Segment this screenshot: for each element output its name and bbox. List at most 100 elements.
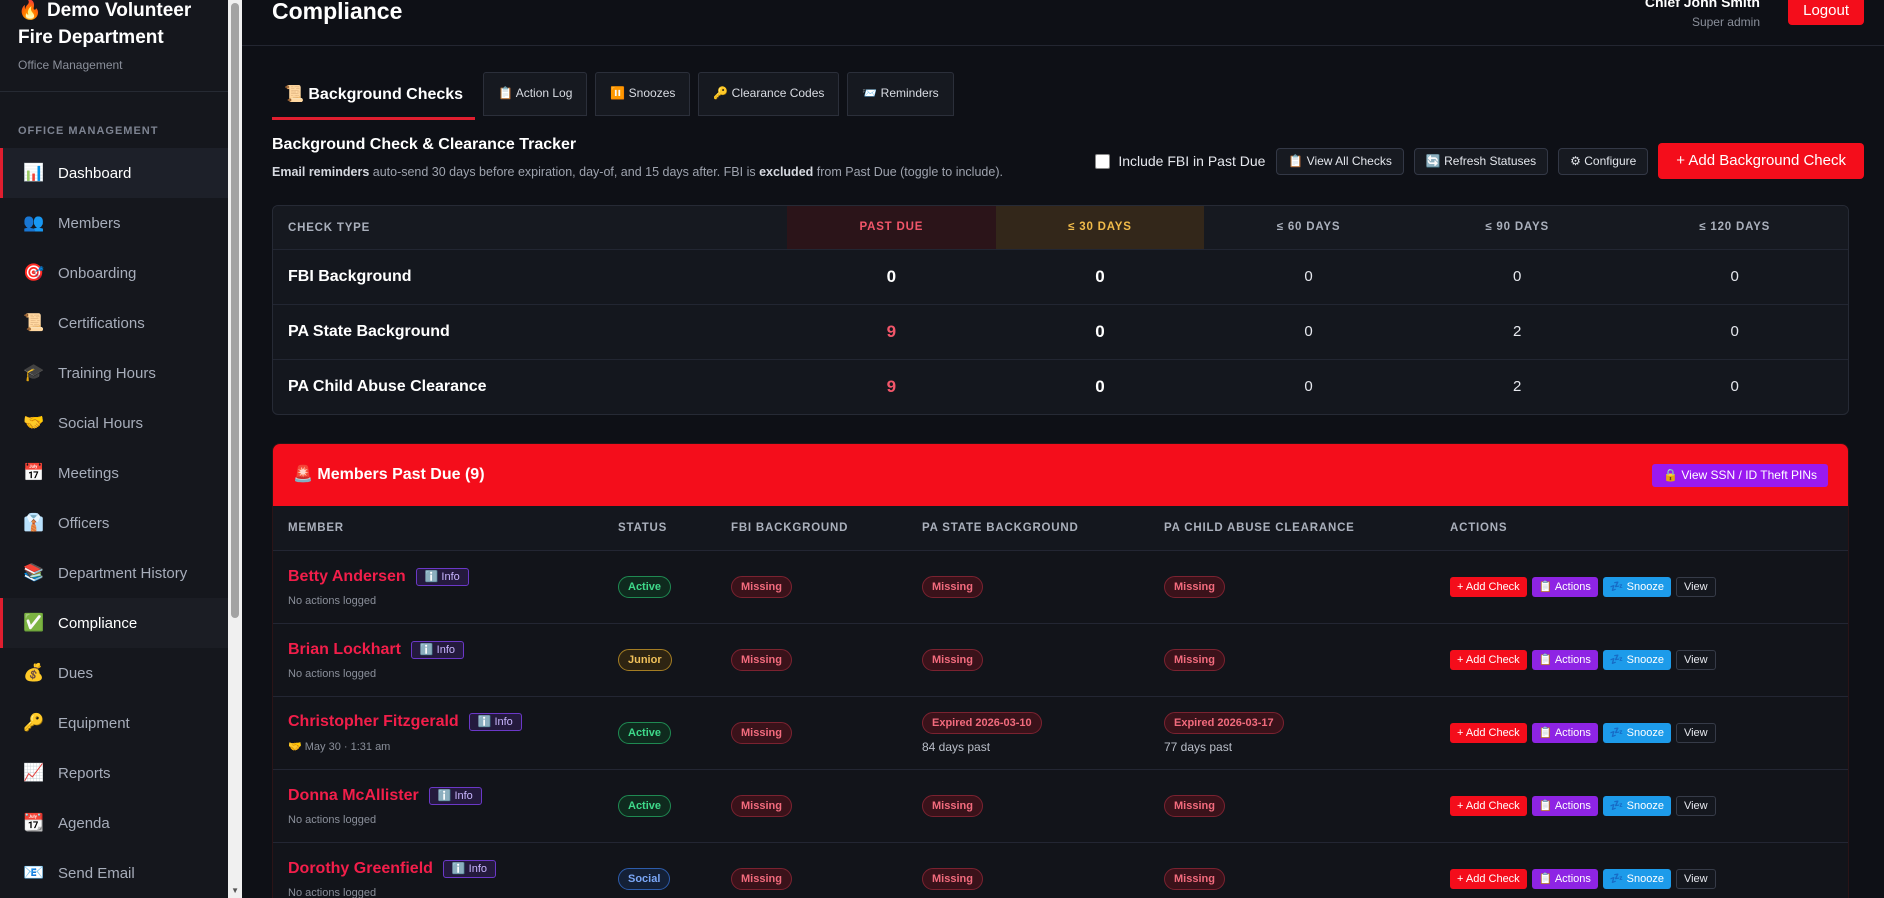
configure-button[interactable]: ⚙ Configure <box>1558 147 1649 175</box>
fbi-status-badge: Missing <box>731 868 792 890</box>
add-check-button[interactable]: + Add Check <box>1450 796 1527 816</box>
tab-snoozes[interactable]: ⏸️ Snoozes <box>595 72 691 116</box>
snooze-button[interactable]: 💤 Snooze <box>1602 796 1671 816</box>
member-note: No actions logged <box>288 594 377 607</box>
sidebar-item-send-email[interactable]: 📧 Send Email <box>0 848 242 898</box>
snooze-button[interactable]: 💤 Snooze <box>1602 650 1671 670</box>
page-title: Compliance <box>272 0 403 24</box>
member-name-link[interactable]: Donna McAllister <box>288 787 419 805</box>
sidebar-item-members[interactable]: 👥 Members <box>0 198 242 248</box>
actions-button[interactable]: 📋 Actions <box>1531 723 1598 743</box>
view-all-checks-button[interactable]: 📋 View All Checks <box>1276 147 1404 175</box>
fire-icon: 🔥 <box>18 0 42 21</box>
include-fbi-checkbox[interactable] <box>1095 153 1111 169</box>
actions-button[interactable]: 📋 Actions <box>1531 796 1598 816</box>
logout-button[interactable]: Logout <box>1788 0 1864 25</box>
sidebar-item-label: Equipment <box>58 714 130 732</box>
nav-section-label: OFFICE MANAGEMENT <box>18 125 159 137</box>
view-button[interactable]: View <box>1675 869 1716 889</box>
view-button[interactable]: View <box>1675 796 1716 816</box>
include-fbi-toggle[interactable]: Include FBI in Past Due <box>1095 153 1265 169</box>
table-row: Betty Andersen ℹ️ Info No actions logged Ac… <box>273 550 1848 623</box>
add-check-button[interactable]: + Add Check <box>1450 723 1527 743</box>
include-fbi-label: Include FBI in Past Due <box>1118 153 1266 169</box>
info-button[interactable]: ℹ️ Info <box>468 713 522 731</box>
sidebar-item-equipment[interactable]: 🔑 Equipment <box>0 698 242 748</box>
actions-button[interactable]: 📋 Actions <box>1531 869 1598 889</box>
view-button[interactable]: View <box>1675 577 1716 597</box>
sidebar-item-label: Compliance <box>58 614 138 632</box>
view-ssn-pins-button[interactable]: 🔒 View SSN / ID Theft PINs <box>1652 464 1828 487</box>
90-days-count-cell: 2 <box>1413 378 1622 396</box>
sidebar-item-certifications[interactable]: 📜 Certifications <box>0 298 242 348</box>
snooze-button[interactable]: 💤 Snooze <box>1602 723 1671 743</box>
tab-action-log[interactable]: 📋 Action Log <box>483 72 588 116</box>
desc-text-2: from Past Due (toggle to include). <box>813 165 1003 179</box>
sidebar-item-compliance[interactable]: ✅ Compliance <box>0 598 242 648</box>
status-badge: Active <box>618 795 672 817</box>
pa-child-days-past: 77 days past <box>1164 740 1233 754</box>
pa-child-status-badge: Missing <box>1164 868 1225 890</box>
sidebar-item-onboarding[interactable]: 🎯 Onboarding <box>0 248 242 298</box>
add-background-check-button[interactable]: + Add Background Check <box>1658 143 1864 179</box>
sidebar-item-agenda[interactable]: 📆 Agenda <box>0 798 242 848</box>
sidebar-item-reports[interactable]: 📈 Reports <box>0 748 242 798</box>
30-days-count-cell: 0 <box>996 322 1205 342</box>
90-days-count-cell: 0 <box>1413 268 1622 286</box>
member-name-link[interactable]: Betty Andersen <box>288 568 406 586</box>
actions-button[interactable]: 📋 Actions <box>1531 577 1598 597</box>
desc-emphasis-excluded: excluded <box>759 165 814 179</box>
sidebar-item-dashboard[interactable]: 📊 Dashboard <box>0 148 242 198</box>
view-button[interactable]: View <box>1675 650 1716 670</box>
sidebar-scrollbar[interactable]: ▼ <box>228 0 242 898</box>
member-name-link[interactable]: Dorothy Greenfield <box>288 860 433 878</box>
sidebar-item-meetings[interactable]: 📅 Meetings <box>0 448 242 498</box>
pa-child-status-badge: Expired 2026-03-17 <box>1164 712 1284 734</box>
120-days-count-cell: 0 <box>1621 268 1848 286</box>
120-days-count-cell: 0 <box>1621 378 1848 396</box>
refresh-statuses-button[interactable]: 🔄 Refresh Statuses <box>1413 147 1549 175</box>
main-content: Compliance Chief John Smith Super admin … <box>242 0 1884 898</box>
sidebar-item-officers[interactable]: 👔 Officers <box>0 498 242 548</box>
add-check-button[interactable]: + Add Check <box>1450 650 1527 670</box>
onboarding-icon: 🎯 <box>23 263 45 282</box>
add-check-button[interactable]: + Add Check <box>1450 869 1527 889</box>
summary-row: PA Child Abuse Clearance 9 0 0 2 0 <box>273 359 1848 414</box>
tab-clearance-codes[interactable]: 🔑 Clearance Codes <box>698 72 840 116</box>
info-button[interactable]: ℹ️ Info <box>428 786 482 805</box>
org-name[interactable]: 🔥 Demo Volunteer Fire Department <box>18 0 224 51</box>
pa-child-cell: Missing <box>1164 868 1450 890</box>
sidebar-item-label: Department History <box>58 564 188 582</box>
sidebar-item-training-hours[interactable]: 🎓 Training Hours <box>0 348 242 398</box>
scroll-down-arrow-icon[interactable]: ▼ <box>231 886 239 895</box>
sidebar-item-social-hours[interactable]: 🤝 Social Hours <box>0 398 242 448</box>
member-name-link[interactable]: Christopher Fitzgerald <box>288 713 459 731</box>
info-button[interactable]: ℹ️ Info <box>442 859 497 878</box>
col-actions: ACTIONS <box>1450 522 1508 534</box>
30-days-count-cell: 0 <box>996 267 1205 287</box>
fbi-cell: Missing <box>731 795 922 817</box>
snooze-button[interactable]: 💤 Snooze <box>1602 869 1671 889</box>
sidebar-item-label: Training Hours <box>58 364 156 382</box>
info-button[interactable]: ℹ️ Info <box>415 567 469 586</box>
tab-background-checks[interactable]: 📜 Background Checks <box>272 76 476 120</box>
120-days-count: 0 <box>1730 378 1739 395</box>
add-check-button[interactable]: + Add Check <box>1450 577 1527 597</box>
pa-state-status-badge: Missing <box>922 795 983 817</box>
info-button[interactable]: ℹ️ Info <box>410 640 465 659</box>
past-due-title: 🚨 Members Past Due (9) <box>293 466 485 483</box>
actions-cell: + Add Check 📋 Actions 💤 Snooze View <box>1450 577 1848 597</box>
summary-table: CHECK TYPE PAST DUE ≤ 30 DAYS ≤ 60 DAYS … <box>272 205 1849 415</box>
snooze-button[interactable]: 💤 Snooze <box>1602 577 1671 597</box>
sidebar-item-dues[interactable]: 💰 Dues <box>0 648 242 698</box>
member-name-link[interactable]: Brian Lockhart <box>288 641 401 659</box>
actions-button[interactable]: 📋 Actions <box>1531 650 1598 670</box>
tab-reminders[interactable]: 📨 Reminders <box>847 72 954 116</box>
sidebar-item-department-history[interactable]: 📚 Department History <box>0 548 242 598</box>
sidebar-item-label: Members <box>58 214 121 232</box>
dues-icon: 💰 <box>23 663 45 682</box>
scrollbar-thumb[interactable] <box>231 3 239 618</box>
view-button[interactable]: View <box>1675 723 1716 743</box>
member-note: No actions logged <box>288 667 377 680</box>
agenda-icon: 📆 <box>23 813 45 832</box>
